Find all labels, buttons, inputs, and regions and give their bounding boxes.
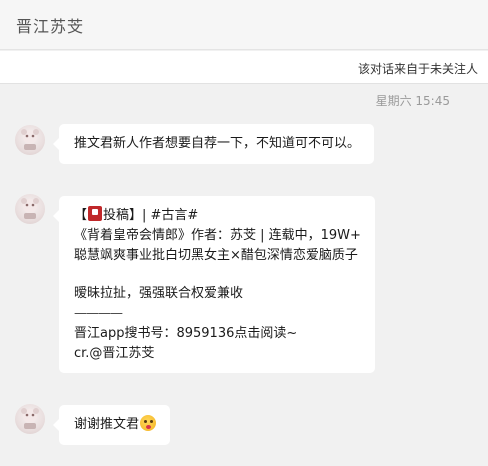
red-tag-icon: [88, 206, 103, 221]
kiss-emoji-icon: [140, 415, 157, 431]
chat-title: 晋江苏芠: [16, 17, 85, 36]
separator-line: ————: [74, 306, 123, 321]
avatar-image: [21, 198, 39, 219]
search-code-line: 晋江app搜书号：8959136点击阅读~: [74, 326, 298, 341]
message-text: 推文君新人作者想要自荐一下，不知道可不可以。: [74, 136, 361, 151]
message-bubble[interactable]: 【投稿】| #古言# 《背着皇帝会情郎》作者：苏芠 | 连载中，19W+ 聪慧飒…: [53, 196, 375, 373]
notice-text: 该对话来自于未关注人: [357, 62, 478, 76]
credit-line: cr.@晋江苏芠: [74, 346, 155, 361]
book-title-line: 《背着皇帝会情郎》作者：苏芠 | 连载中，19W+: [74, 228, 361, 243]
sender-avatar[interactable]: [15, 125, 45, 155]
sender-avatar[interactable]: [15, 404, 45, 434]
message-line: 谢谢推文君: [74, 415, 157, 435]
book-description: 暧昧拉扯，强强联合权爱兼收: [74, 286, 244, 301]
message-bubble[interactable]: 推文君新人作者想要自荐一下，不知道可不可以。: [52, 124, 375, 164]
tag-text: 投稿】| #古言#: [103, 208, 199, 223]
notice-bar: 该对话来自于未关注人: [0, 51, 488, 84]
book-tagline: 聪慧飒爽事业批白切黑女主×醋包深情恋爱脑质子: [74, 248, 358, 263]
message-text: 谢谢推文君: [74, 417, 140, 432]
message-timestamp: 星期六 15:45: [375, 94, 450, 108]
title-bar: 晋江苏芠: [0, 0, 488, 50]
avatar-image: [21, 408, 39, 429]
message-bubble[interactable]: 谢谢推文君: [52, 405, 171, 445]
avatar-image: [21, 129, 39, 150]
submission-tag-line: 【投稿】| #古言#: [74, 206, 361, 226]
sender-avatar[interactable]: [15, 194, 45, 224]
tag-bracket: 【: [74, 208, 88, 223]
